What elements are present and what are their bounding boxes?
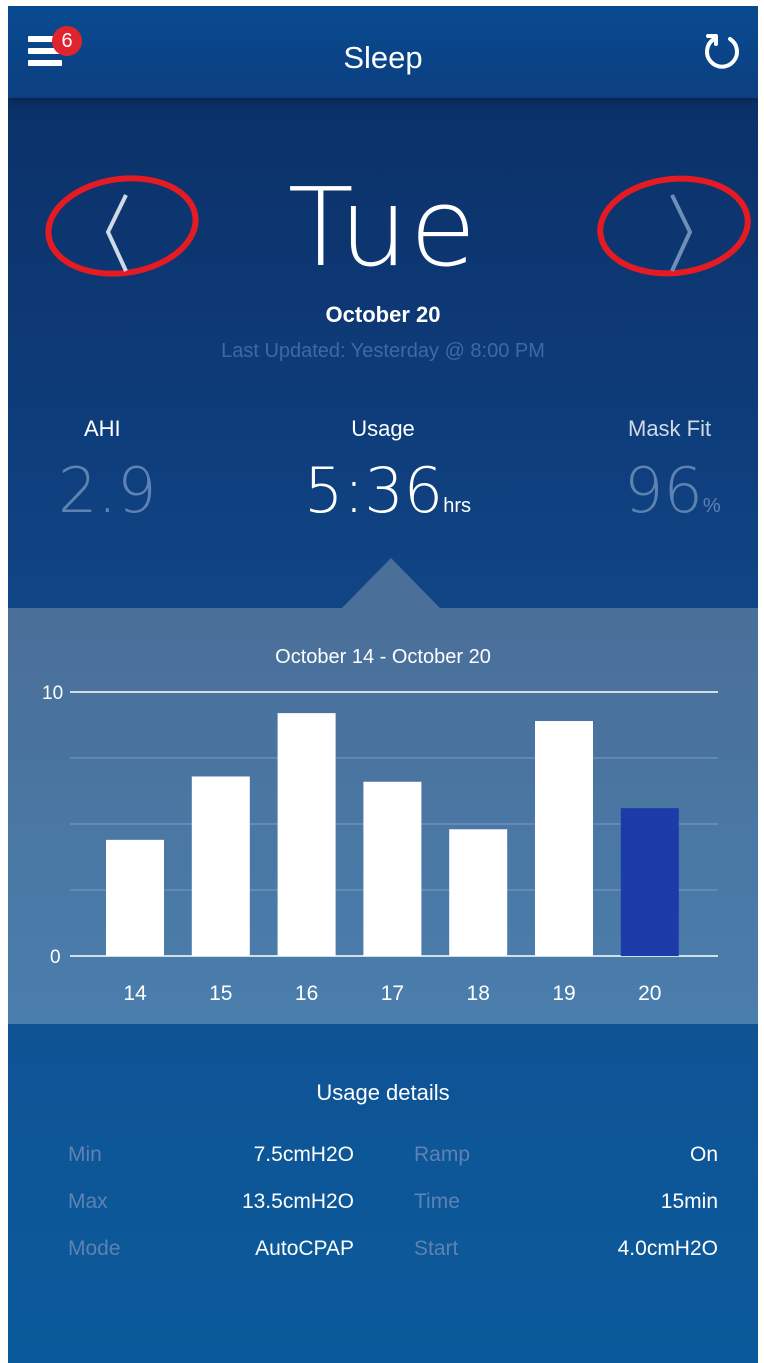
selected-date: October 20 bbox=[325, 302, 441, 327]
detail-label-time: Time bbox=[414, 1190, 460, 1213]
detail-value-mode: AutoCPAP bbox=[255, 1237, 354, 1260]
detail-value-max: 13.5cmH2O bbox=[241, 1190, 354, 1213]
x-tick-label: 16 bbox=[295, 982, 318, 1005]
x-tick-label: 18 bbox=[467, 982, 490, 1005]
detail-label-max: Max bbox=[68, 1190, 108, 1213]
chevron-left-icon bbox=[105, 194, 128, 272]
usage-value: 5:36hrs bbox=[304, 454, 471, 527]
y-tick-label: 0 bbox=[50, 947, 61, 968]
next-day-button[interactable] bbox=[596, 171, 756, 281]
usage-bar-chart: 10 0 14 15 16 17 18 19 20 bbox=[42, 683, 718, 1005]
mask-fit-number: 96 bbox=[624, 454, 703, 527]
x-tick-label: 19 bbox=[552, 982, 575, 1005]
usage-details-title: Usage details bbox=[316, 1080, 450, 1105]
detail-value-start: 4.0cmH2O bbox=[617, 1237, 718, 1260]
chevron-right-icon bbox=[670, 194, 693, 272]
detail-label-start: Start bbox=[414, 1237, 459, 1260]
previous-day-button[interactable] bbox=[44, 171, 204, 281]
mask-fit-label: Mask Fit bbox=[628, 416, 712, 441]
usage-unit: hrs bbox=[443, 495, 472, 517]
app-header: 6 Sleep bbox=[8, 6, 758, 98]
mask-fit-value: 96% bbox=[624, 454, 721, 527]
usage-chart-panel[interactable]: October 14 - October 20 10 0 14 15 16 17 18 19 2… bbox=[8, 608, 758, 1024]
y-tick-label: 10 bbox=[42, 683, 63, 704]
bar-17 bbox=[363, 781, 422, 956]
page-title: Sleep bbox=[343, 40, 423, 75]
x-tick-label: 15 bbox=[209, 982, 232, 1005]
mask-fit-unit: % bbox=[702, 495, 721, 517]
bar-19 bbox=[535, 721, 593, 956]
chart-pointer bbox=[342, 558, 440, 608]
detail-label-min: Min bbox=[68, 1143, 102, 1166]
detail-value-min: 7.5cmH2O bbox=[253, 1143, 354, 1166]
bar-15 bbox=[191, 776, 250, 956]
bar-18 bbox=[449, 829, 508, 956]
x-tick-label: 20 bbox=[638, 982, 661, 1005]
bar-14 bbox=[106, 839, 164, 956]
last-updated-text: Last Updated: Yesterday @ 8:00 PM bbox=[221, 340, 545, 362]
refresh-icon[interactable] bbox=[700, 30, 744, 74]
ahi-value: 2.9 bbox=[58, 454, 157, 527]
x-tick-label: 14 bbox=[123, 982, 147, 1005]
bar-20 bbox=[620, 808, 679, 956]
detail-label-mode: Mode bbox=[68, 1237, 121, 1260]
x-tick-label: 17 bbox=[381, 982, 404, 1005]
usage-number: 5:36 bbox=[304, 454, 444, 527]
detail-value-time: 15min bbox=[660, 1190, 718, 1213]
bar-16 bbox=[277, 713, 336, 956]
detail-label-ramp: Ramp bbox=[414, 1143, 471, 1166]
sleep-screen: 6 Sleep Tue October 20 Last Updated: Yes… bbox=[8, 6, 758, 1363]
detail-value-ramp: On bbox=[689, 1143, 718, 1166]
